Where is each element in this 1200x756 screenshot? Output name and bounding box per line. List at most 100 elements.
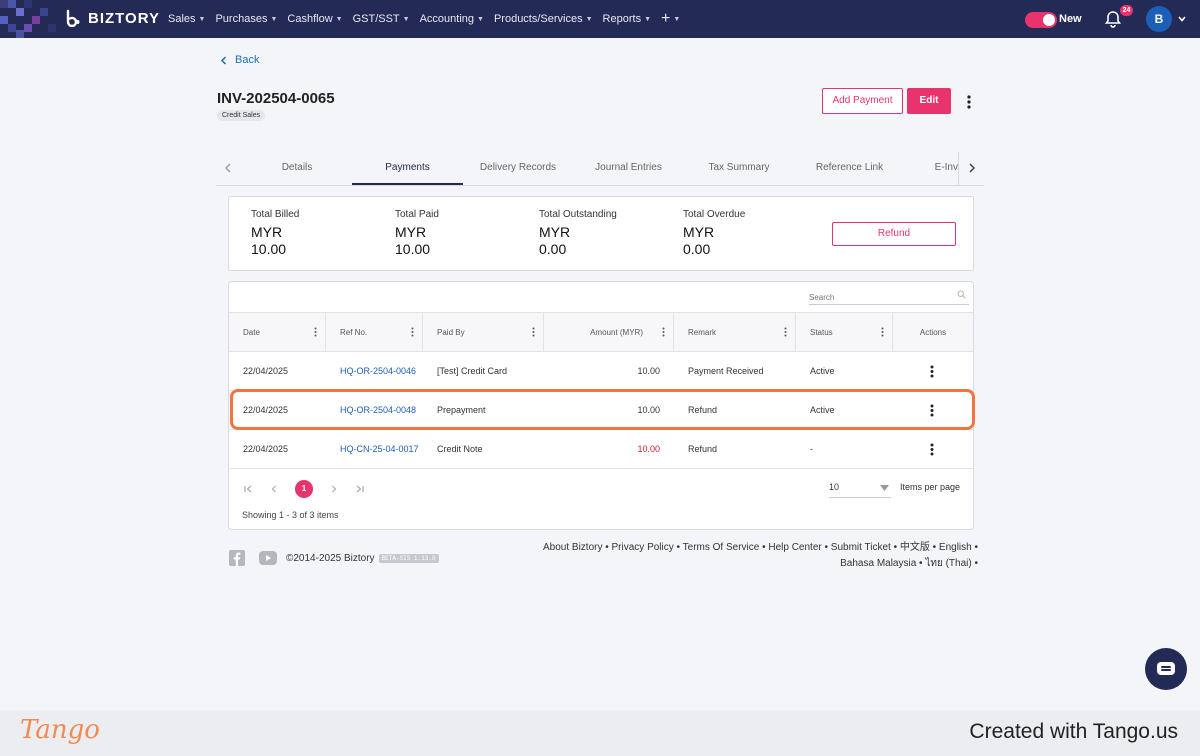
- edit-button[interactable]: Edit: [907, 88, 951, 114]
- chevron-down-icon: ▼: [585, 15, 593, 23]
- chevron-left-icon: [220, 55, 227, 65]
- add-payment-button[interactable]: Add Payment: [822, 88, 903, 114]
- chevron-down-icon: ▼: [644, 15, 652, 23]
- column-menu-icon[interactable]: [662, 327, 665, 337]
- tab-delivery-records[interactable]: Delivery Records: [463, 152, 573, 185]
- new-ui-toggle[interactable]: [1025, 12, 1057, 28]
- items-per-page-value: 10: [829, 482, 840, 492]
- cell-ref-link[interactable]: HQ-CN-25-04-0017: [340, 430, 419, 468]
- cell-date: 22/04/2025: [243, 444, 289, 454]
- table-row[interactable]: 22/04/2025 HQ-CN-25-04-0017 Credit Note …: [229, 430, 973, 469]
- row-actions-icon[interactable]: [930, 404, 934, 417]
- footer-links-line1[interactable]: About Biztory • Privacy Policy • Terms O…: [543, 542, 978, 553]
- version-badge: BETA-SIS 1.13.0: [378, 554, 439, 563]
- cell-amount: 10.00: [637, 405, 660, 415]
- summary-currency: MYR: [395, 224, 427, 240]
- back-link[interactable]: Back: [220, 54, 259, 66]
- footer-links-line2[interactable]: Bahasa Malaysia • ไทย (Thai) •: [840, 558, 978, 569]
- column-menu-icon[interactable]: [411, 327, 414, 337]
- menu-products-services[interactable]: Products/Services ▼: [494, 13, 593, 25]
- column-label: Amount (MYR): [590, 328, 643, 337]
- facebook-icon[interactable]: [229, 550, 245, 566]
- cell-status: -: [810, 444, 813, 454]
- menu-label: GST/SST: [352, 13, 400, 25]
- column-menu-icon[interactable]: [314, 327, 317, 337]
- summary-currency: MYR: [683, 224, 715, 240]
- menu-label: Purchases: [215, 13, 268, 25]
- chevron-right-icon[interactable]: [966, 162, 978, 174]
- table-row[interactable]: 22/04/2025 HQ-OR-2504-0046 [Test] Credit…: [229, 352, 973, 391]
- cell-ref-link[interactable]: HQ-OR-2504-0046: [340, 352, 416, 390]
- column-header-amount[interactable]: Amount (MYR): [544, 313, 674, 352]
- menu-accounting[interactable]: Accounting ▼: [420, 13, 484, 25]
- tab-details[interactable]: Details: [242, 152, 352, 185]
- tab-e-invoice[interactable]: E-Inv: [905, 152, 958, 185]
- tango-watermark-bar: Tango Created with Tango.us: [0, 710, 1200, 756]
- menu-reports[interactable]: Reports ▼: [603, 13, 651, 25]
- first-page-icon[interactable]: [243, 484, 253, 494]
- refund-button[interactable]: Refund: [832, 222, 956, 246]
- menu-purchases[interactable]: Purchases ▼: [215, 13, 277, 25]
- menu-label: Sales: [168, 13, 196, 25]
- chevron-down-icon: ▼: [270, 15, 278, 23]
- column-header-remark[interactable]: Remark: [674, 313, 796, 352]
- chevron-down-icon: ▼: [198, 15, 206, 23]
- last-page-icon[interactable]: [355, 484, 365, 494]
- menu-gst-sst[interactable]: GST/SST ▼: [353, 13, 410, 25]
- cell-remark: Refund: [688, 405, 718, 415]
- brand-logo[interactable]: BIZTORY: [64, 9, 160, 27]
- cell-status: Active: [810, 405, 835, 415]
- row-actions-icon[interactable]: [930, 365, 934, 378]
- more-options-icon[interactable]: [964, 94, 974, 110]
- chevron-left-icon[interactable]: [222, 162, 234, 174]
- chat-icon: [1157, 662, 1175, 675]
- column-menu-icon[interactable]: [532, 327, 535, 337]
- cell-amount: 10.00: [637, 444, 660, 454]
- tango-credit: Created with Tango.us: [969, 720, 1178, 743]
- cell-ref-link[interactable]: HQ-OR-2504-0048: [340, 391, 416, 429]
- chat-support-button[interactable]: [1145, 648, 1187, 690]
- column-menu-icon[interactable]: [881, 327, 884, 337]
- items-per-page-select[interactable]: 10: [829, 480, 891, 498]
- next-page-icon[interactable]: [329, 484, 339, 494]
- previous-page-icon[interactable]: [269, 484, 279, 494]
- invoice-type-badge: Credit Sales: [217, 110, 266, 121]
- tab-reference-link[interactable]: Reference Link: [794, 152, 905, 185]
- search-input[interactable]: [809, 293, 949, 302]
- payment-summary-card: Total Billed MYR 10.00 Total Paid MYR 10.0…: [228, 196, 974, 271]
- column-label: Actions: [919, 328, 947, 337]
- bell-icon[interactable]: [1104, 10, 1122, 28]
- quick-add-menu[interactable]: + ▼: [661, 10, 680, 28]
- total-paid: Total Paid MYR 10.00: [395, 209, 439, 258]
- plus-icon: +: [661, 10, 671, 27]
- column-header-paid-by[interactable]: Paid By: [423, 313, 544, 352]
- user-avatar[interactable]: B: [1146, 6, 1172, 32]
- pagination: 1: [243, 480, 365, 498]
- column-header-status[interactable]: Status: [796, 313, 893, 352]
- summary-value: MYR 0.00: [683, 224, 745, 258]
- chevron-down-icon[interactable]: [1177, 14, 1187, 24]
- youtube-icon[interactable]: [259, 551, 277, 565]
- tango-logo: Tango: [20, 715, 100, 745]
- copyright-text: ©2014-2025 Biztory: [286, 553, 375, 564]
- menu-cashflow[interactable]: Cashflow ▼: [287, 13, 342, 25]
- search-icon[interactable]: [957, 290, 966, 299]
- tab-payments[interactable]: Payments: [352, 152, 463, 185]
- items-count-text: Showing 1 - 3 of 3 items: [242, 510, 339, 520]
- current-page-button[interactable]: 1: [295, 480, 313, 498]
- caret-down-icon: [880, 485, 889, 491]
- table-row[interactable]: 22/04/2025 HQ-OR-2504-0048 Prepayment 10…: [229, 391, 973, 430]
- tab-journal-entries[interactable]: Journal Entries: [573, 152, 684, 185]
- menu-sales[interactable]: Sales ▼: [168, 13, 205, 25]
- column-label: Date: [243, 328, 260, 337]
- column-label: Paid By: [437, 328, 465, 337]
- cell-status: Active: [810, 366, 835, 376]
- column-header-ref-no[interactable]: Ref No.: [326, 313, 423, 352]
- menu-label: Products/Services: [493, 13, 583, 25]
- menu-label: Cashflow: [287, 13, 333, 25]
- row-actions-icon[interactable]: [930, 443, 934, 456]
- tab-tax-summary[interactable]: Tax Summary: [684, 152, 794, 185]
- column-header-date[interactable]: Date: [229, 313, 326, 352]
- column-menu-icon[interactable]: [784, 327, 787, 337]
- cell-date: 22/04/2025: [243, 366, 289, 376]
